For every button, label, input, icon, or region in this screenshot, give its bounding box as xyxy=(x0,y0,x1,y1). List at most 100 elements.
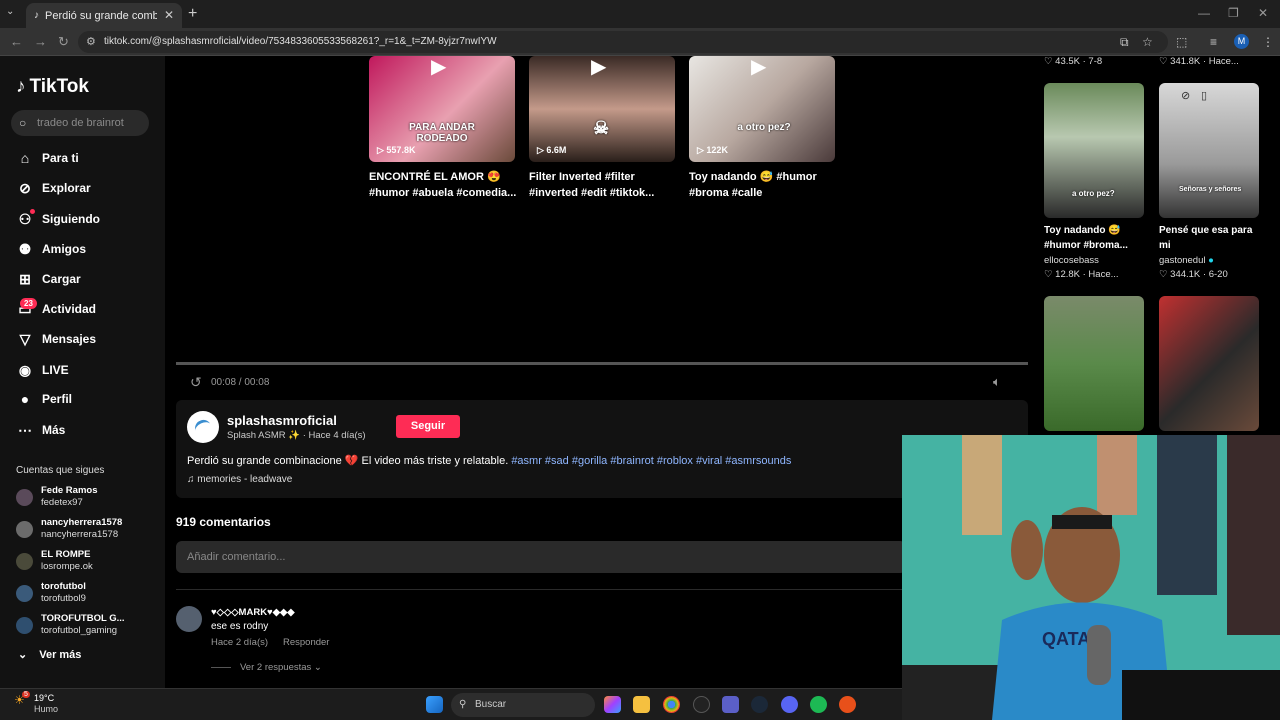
skull-icon: ☠ xyxy=(593,118,610,138)
video-progress-bar[interactable] xyxy=(176,362,1028,365)
account-name: torofutbol xyxy=(41,581,86,592)
browser-tab[interactable]: ♪ Perdió su grande combinacione ✕ xyxy=(26,3,182,28)
reading-list-icon[interactable]: ≡ xyxy=(1210,35,1217,49)
related-video-title[interactable]: Filter Inverted #filter #inverted #edit … xyxy=(529,169,679,201)
recommended-video-thumb[interactable]: ⊘ ▯ Señoras y señores xyxy=(1159,83,1259,218)
view-count: ▷ 557.8K xyxy=(377,145,416,155)
avatar xyxy=(16,617,33,634)
nav-mensajes[interactable]: ▽ Mensajes xyxy=(16,329,96,349)
author-avatar[interactable] xyxy=(187,411,219,443)
nav-explorar[interactable]: ⊘ Explorar xyxy=(16,178,91,198)
chrome-icon[interactable] xyxy=(663,696,680,713)
view-replies-button[interactable]: Ver 2 respuestas ⌄ xyxy=(240,662,322,673)
chevron-down-icon: ⌄ xyxy=(18,649,28,661)
spotify-icon[interactable] xyxy=(810,696,827,713)
search-icon: ⚲ xyxy=(459,699,467,710)
play-icon: ▶ xyxy=(591,56,607,78)
follow-button[interactable]: Seguir xyxy=(396,415,460,438)
sidebar: ♪ TikTok ○ tradeo de brainrot ⌂ Para ti ⊘ E… xyxy=(0,56,165,688)
related-video-thumb[interactable]: ▶ PARA ANDAR RODEADO ▷ 557.8K xyxy=(369,56,515,162)
tiktok-logo[interactable]: ♪ TikTok xyxy=(16,76,89,98)
nav-amigos[interactable]: ⚉ Amigos xyxy=(16,239,86,259)
restore-icon[interactable]: ❐ xyxy=(1228,6,1239,20)
related-video-title[interactable]: Toy nadando 😅 #humor #broma #calle xyxy=(689,169,839,201)
weather-widget[interactable]: ☀ 5 19°C Humo xyxy=(14,691,58,714)
forward-icon[interactable]: → xyxy=(34,34,47,49)
see-more-button[interactable]: ⌄ Ver más xyxy=(18,648,81,661)
account-handle: nancyherrera1578 xyxy=(41,529,119,540)
messages-icon: ▽ xyxy=(19,330,31,347)
url-field[interactable]: ⚙ tiktok.com/@splashasmroficial/video/75… xyxy=(78,31,1168,53)
account-handle: torofutbol9 xyxy=(41,593,86,604)
back-icon[interactable]: ← xyxy=(10,34,23,49)
tab-title: Perdió su grande combinacione xyxy=(45,9,157,22)
search-input[interactable]: ○ tradeo de brainrot xyxy=(11,110,149,136)
nav-para-ti[interactable]: ⌂ Para ti xyxy=(16,148,79,168)
weather-temp: 19°C xyxy=(34,693,55,703)
recommended-video-thumb[interactable] xyxy=(1044,296,1144,431)
start-menu-icon[interactable] xyxy=(426,696,443,713)
new-tab-icon[interactable]: + xyxy=(188,5,197,23)
comment-input[interactable]: Añadir comentario... xyxy=(176,541,906,573)
recommended-author[interactable]: gastonedul ● xyxy=(1159,255,1214,266)
music-link[interactable]: ♫ memories - leadwave xyxy=(187,474,292,485)
following-title: Cuentas que sigues xyxy=(16,465,105,476)
activity-badge: 23 xyxy=(20,298,37,309)
reply-button[interactable]: Responder xyxy=(283,637,329,648)
related-video-title[interactable]: ENCONTRÉ EL AMOR 😍 #humor #abuela #comed… xyxy=(369,169,519,201)
tiktok-app-icon[interactable] xyxy=(693,696,710,713)
weather-condition: Humo xyxy=(34,704,59,714)
windows-taskbar: ☀ 5 19°C Humo ⚲ Buscar xyxy=(0,688,902,720)
webcam-overlay: QATAR xyxy=(902,435,1280,720)
recommended-video-title[interactable]: Pensé que esa para mi xyxy=(1159,223,1264,253)
account-handle: losrompe.ok xyxy=(41,561,93,572)
reload-icon[interactable]: ↻ xyxy=(58,34,69,50)
volume-icon[interactable]: 🔈︎ xyxy=(993,374,1001,390)
steam-icon[interactable] xyxy=(751,696,768,713)
recommended-video-thumb[interactable]: a otro pez? xyxy=(1044,83,1144,218)
related-video-thumb[interactable]: ▶ ☠ ▷ 6.6M xyxy=(529,56,675,162)
compass-icon[interactable]: ⊘ xyxy=(1181,89,1190,102)
nav-mas[interactable]: ⋯ Más xyxy=(16,420,65,440)
related-video-thumb[interactable]: ▶ a otro pez? ▷ 122K xyxy=(689,56,835,162)
recommended-author[interactable]: ellocosebass xyxy=(1044,255,1099,266)
recommended-video-thumb[interactable] xyxy=(1159,296,1259,431)
app-icon[interactable] xyxy=(839,696,856,713)
more-icon: ⋯ xyxy=(18,421,32,438)
author-subtitle: Splash ASMR ✨ · Hace 4 día(s) xyxy=(227,430,366,441)
close-tab-icon[interactable]: ✕ xyxy=(164,8,174,22)
webcam-image: QATAR xyxy=(902,435,1280,720)
nav-live[interactable]: ◉ LIVE xyxy=(16,360,69,380)
description-hashtags[interactable]: #asmr #sad #gorilla #brainrot #roblox #v… xyxy=(511,455,791,467)
discord-icon[interactable] xyxy=(781,696,798,713)
cast-icon[interactable]: ⧉ xyxy=(1120,35,1129,50)
url-text: tiktok.com/@splashasmroficial/video/7534… xyxy=(104,36,497,47)
tab-list-chevron-icon[interactable]: ⌄ xyxy=(6,6,14,17)
thumb-caption: Señoras y señores xyxy=(1179,186,1242,193)
tiktok-favicon-icon: ♪ xyxy=(34,10,39,21)
avatar xyxy=(16,489,33,506)
copilot-icon[interactable] xyxy=(604,696,621,713)
close-window-icon[interactable]: ✕ xyxy=(1258,6,1268,20)
commenter-avatar[interactable] xyxy=(176,606,202,632)
bookmark-star-icon[interactable]: ☆ xyxy=(1142,35,1153,49)
recommended-video-title[interactable]: Toy nadando 😅 #humor #broma... xyxy=(1044,223,1149,253)
nav-perfil[interactable]: ● Perfil xyxy=(16,389,72,409)
view-count: ▷ 122K xyxy=(697,145,728,155)
replay-icon[interactable]: ↺ xyxy=(190,374,202,391)
teams-icon[interactable] xyxy=(722,696,739,713)
menu-icon[interactable]: ⋮ xyxy=(1262,35,1274,49)
phone-icon[interactable]: ▯ xyxy=(1201,89,1207,102)
account-handle: fedetex97 xyxy=(41,497,83,508)
author-name[interactable]: splashasmroficial xyxy=(227,413,337,428)
taskbar-search[interactable]: ⚲ Buscar xyxy=(451,693,595,717)
comment-username[interactable]: ♥◇◇◇MARK♥◆◆◆ xyxy=(211,607,295,618)
minimize-icon[interactable]: — xyxy=(1198,6,1210,20)
profile-avatar[interactable]: M xyxy=(1234,34,1249,49)
extensions-icon[interactable]: ⬚ xyxy=(1176,35,1187,49)
nav-cargar[interactable]: ⊞ Cargar xyxy=(16,269,81,289)
site-info-icon[interactable]: ⚙ xyxy=(86,31,96,53)
live-icon: ◉ xyxy=(18,361,32,378)
nav-siguiendo[interactable]: ⚇ Siguiendo xyxy=(16,209,100,229)
file-explorer-icon[interactable] xyxy=(633,696,650,713)
